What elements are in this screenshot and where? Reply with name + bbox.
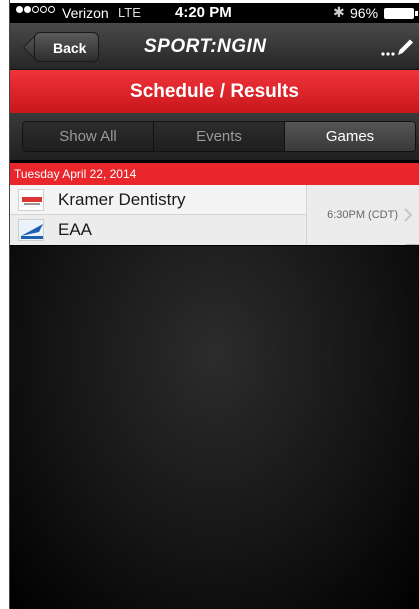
app-screen: Verizon LTE 4:20 PM ✱ 96% Back SPORT:NGI…	[10, 3, 419, 609]
segment-events[interactable]: Events	[154, 122, 285, 151]
away-team-name: EAA	[58, 220, 93, 239]
status-time: 4:20 PM	[175, 4, 232, 21]
network-type: LTE	[118, 5, 141, 20]
date-section-header: Tuesday April 22, 2014	[10, 163, 419, 185]
battery-percent: 96%	[350, 5, 379, 21]
home-team-row: Kramer Dentistry	[10, 185, 306, 215]
kramer-logo	[18, 188, 44, 211]
navigation-bar: Back SPORT:NGIN	[10, 23, 419, 70]
battery-tip	[415, 11, 418, 16]
page-title: Schedule / Results	[10, 70, 419, 113]
chevron-right-icon	[404, 208, 413, 222]
game-list-item[interactable]: Kramer Dentistry EAA 6:30PM (CDT)	[10, 185, 419, 245]
back-button[interactable]: Back	[34, 32, 100, 62]
home-team-name: Kramer Dentistry	[58, 189, 186, 209]
game-time: 6:30PM (CDT)	[306, 185, 406, 245]
eaa-logo	[18, 219, 44, 241]
list-background	[10, 246, 419, 609]
battery-icon	[384, 8, 414, 19]
carrier-name: Verizon	[62, 5, 109, 21]
away-team-row: EAA	[10, 215, 306, 245]
edit-pencil-icon[interactable]	[380, 37, 414, 57]
signal-strength-icon	[16, 6, 55, 13]
segmented-control: Show All Events Games	[22, 121, 416, 152]
segment-show-all[interactable]: Show All	[23, 122, 154, 151]
segment-games[interactable]: Games	[285, 122, 415, 151]
bluetooth-icon: ✱	[333, 4, 345, 20]
status-bar: Verizon LTE 4:20 PM ✱ 96%	[10, 3, 419, 23]
device-bezel	[0, 0, 10, 609]
back-button-wrap[interactable]: Back	[22, 23, 102, 70]
filter-bar: Show All Events Games	[10, 113, 419, 160]
app-logo: SPORT:NGIN	[144, 36, 267, 57]
